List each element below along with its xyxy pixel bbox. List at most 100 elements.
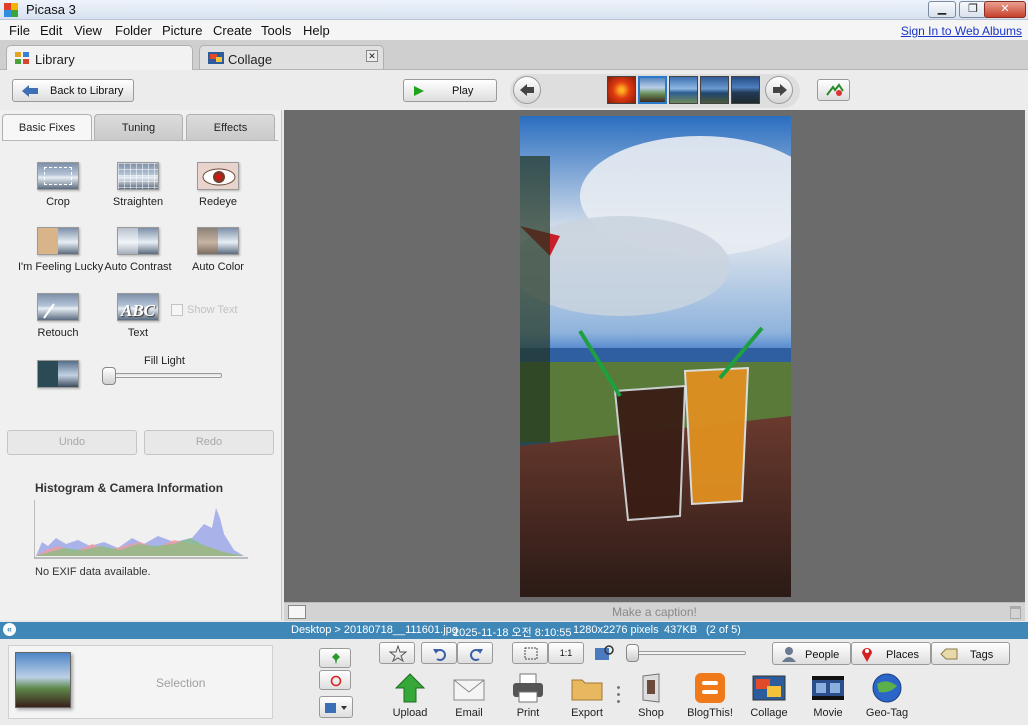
status-size: 437KB [664, 624, 698, 636]
menu-folder[interactable]: Folder [115, 23, 152, 38]
upload-button[interactable]: Upload [382, 672, 438, 719]
tag-icon [940, 648, 958, 660]
tags-button[interactable]: Tags [931, 642, 1010, 665]
tab-library-label: Library [35, 52, 75, 67]
thumbnail-seaside[interactable] [669, 76, 698, 104]
people-button[interactable]: People [772, 642, 851, 665]
fit-view-button[interactable] [512, 642, 548, 664]
star-button[interactable] [379, 642, 415, 664]
show-text-label: Show Text [187, 304, 238, 316]
maximize-button[interactable]: ❐ [959, 1, 987, 18]
people-icon [782, 647, 796, 662]
auto-contrast-tool[interactable]: Auto Contrast [98, 227, 178, 273]
places-button[interactable]: Places [851, 642, 931, 665]
email-button[interactable]: Email [441, 672, 497, 719]
hold-selection-button[interactable] [319, 648, 351, 668]
thumbnail-bay[interactable] [731, 76, 760, 104]
menu-help[interactable]: Help [303, 23, 330, 38]
fill-light-slider-track[interactable] [108, 373, 222, 378]
menu-create[interactable]: Create [213, 23, 252, 38]
tab-strip: Library Collage ✕ [0, 41, 1028, 71]
trash-icon[interactable] [1010, 606, 1021, 619]
pin-icon [332, 653, 340, 665]
shop-icon [633, 672, 669, 704]
previous-photo-button[interactable] [513, 76, 541, 104]
star-icon [389, 645, 407, 662]
text-tool[interactable]: ABC Text [98, 293, 178, 339]
email-label: Email [455, 707, 483, 719]
rotate-left-button[interactable] [421, 642, 457, 664]
print-button[interactable]: Print [500, 672, 556, 719]
shop-button[interactable]: Shop [623, 672, 679, 719]
undo-button[interactable]: Undo [7, 430, 137, 455]
left-arrow-icon [520, 84, 534, 96]
retouch-tool[interactable]: Retouch [18, 293, 98, 339]
movie-icon [810, 672, 846, 704]
feeling-lucky-tool[interactable]: I'm Feeling Lucky [18, 227, 104, 273]
zoom-slider-track[interactable] [631, 651, 746, 655]
caption-input[interactable]: Make a caption! [284, 605, 1025, 619]
auto-contrast-label: Auto Contrast [104, 261, 172, 273]
tab-tuning[interactable]: Tuning [94, 114, 183, 141]
menu-bar: File Edit View Folder Picture Create Too… [0, 20, 1028, 41]
caption-bar: Make a caption! [284, 602, 1025, 621]
clear-selection-button[interactable] [319, 670, 351, 690]
upload-icon [392, 672, 428, 704]
back-to-library-button[interactable]: Back to Library [12, 79, 134, 102]
zoom-slider-handle[interactable] [626, 644, 639, 662]
collage-label: Collage [750, 707, 788, 719]
menu-edit[interactable]: Edit [40, 23, 62, 38]
thumbnail-coast[interactable] [700, 76, 729, 104]
redeye-label: Redeye [199, 196, 237, 208]
photo-viewer [284, 110, 1025, 602]
tab-effects[interactable]: Effects [186, 114, 275, 141]
straighten-icon [117, 162, 159, 190]
menu-file[interactable]: File [9, 23, 30, 38]
geo-tag-button[interactable]: Geo-Tag [859, 672, 915, 719]
thumbnail-flower[interactable] [607, 76, 636, 104]
rotate-right-button[interactable] [457, 642, 493, 664]
show-text-checkbox[interactable] [171, 304, 183, 316]
blogger-icon [692, 672, 728, 704]
export-button[interactable]: Export [559, 672, 615, 719]
menu-tools[interactable]: Tools [261, 23, 291, 38]
blogthis-button[interactable]: BlogThis! [682, 672, 738, 719]
back-arrow-icon [22, 85, 38, 97]
tab-collage[interactable]: Collage ✕ [199, 45, 384, 69]
status-date: 2025-11-18 오전 8:10:55 [453, 627, 572, 639]
share-button[interactable] [817, 79, 850, 101]
menu-picture[interactable]: Picture [162, 23, 202, 38]
album-dropdown-button[interactable] [319, 696, 353, 718]
lucky-label: I'm Feeling Lucky [18, 261, 104, 273]
tab-basic-fixes[interactable]: Basic Fixes [2, 114, 92, 141]
shop-label: Shop [638, 707, 664, 719]
export-label: Export [571, 707, 603, 719]
collapse-icon[interactable]: « [3, 623, 16, 636]
thumbnail-drinks-selected[interactable] [638, 76, 667, 104]
close-tab-icon[interactable]: ✕ [366, 50, 378, 62]
auto-contrast-icon [117, 227, 159, 255]
actual-size-button[interactable]: 1:1 [548, 642, 584, 664]
sign-in-link[interactable]: Sign In to Web Albums [901, 24, 1022, 38]
fill-light-slider-handle[interactable] [102, 367, 116, 385]
folder-icon [569, 672, 605, 704]
tab-library[interactable]: Library [6, 45, 193, 71]
auto-color-label: Auto Color [192, 261, 244, 273]
redeye-tool[interactable]: Redeye [178, 162, 258, 208]
menu-view[interactable]: View [74, 23, 102, 38]
title-bar: Picasa 3 ▁ ❐ ✕ [0, 0, 1028, 20]
close-window-button[interactable]: ✕ [984, 1, 1026, 18]
next-photo-button[interactable] [765, 76, 793, 104]
play-button[interactable]: Play [403, 79, 497, 102]
crop-tool[interactable]: Crop [18, 162, 98, 208]
crop-label: Crop [46, 196, 70, 208]
redo-button[interactable]: Redo [144, 430, 274, 455]
straighten-tool[interactable]: Straighten [98, 162, 178, 208]
minimize-button[interactable]: ▁ [928, 1, 956, 18]
selected-photo-thumb[interactable] [15, 652, 71, 708]
lucky-icon [37, 227, 79, 255]
movie-button[interactable]: Movie [800, 672, 856, 719]
share-arrows-icon [826, 83, 844, 96]
collage-button[interactable]: Collage [741, 672, 797, 719]
auto-color-tool[interactable]: Auto Color [178, 227, 258, 273]
